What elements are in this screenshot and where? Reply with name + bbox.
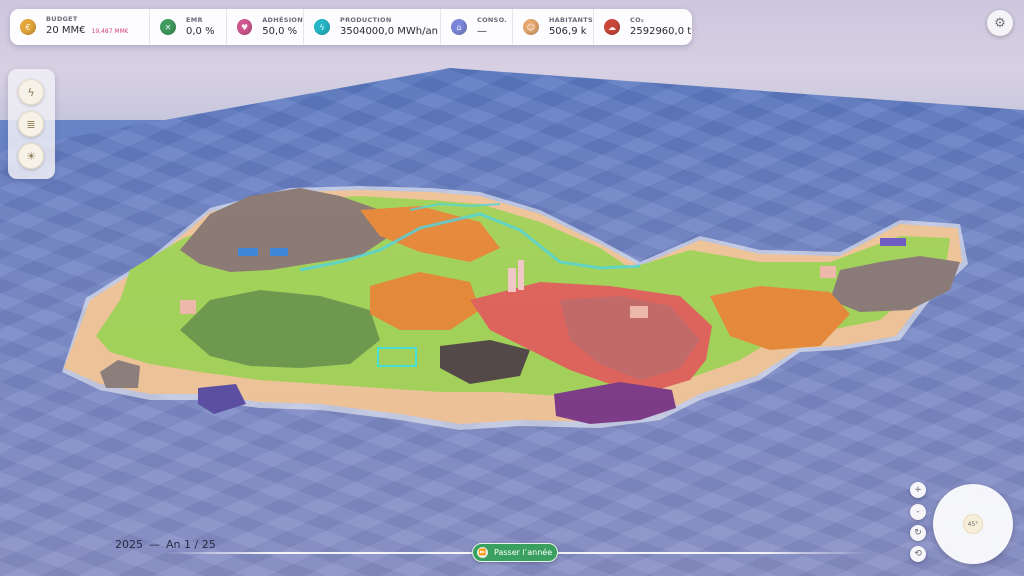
rotate-icon: ↻ xyxy=(914,528,922,538)
zoom-in-button[interactable]: + xyxy=(910,482,926,498)
stat-production[interactable]: ϟ PRODUCTION 3504000,0 MWh/an xyxy=(303,9,440,45)
plus-icon: + xyxy=(914,485,922,495)
stat-population[interactable]: ☺ HABITANTS 506,9 k xyxy=(512,9,593,45)
landscape-tool-button[interactable]: ☀ xyxy=(18,143,44,169)
timeline-separator: — xyxy=(149,538,160,551)
stat-label: PRODUCTION xyxy=(340,15,392,24)
gear-icon: ⚙ xyxy=(994,15,1006,31)
year-progress: An 1 / 25 xyxy=(166,538,216,551)
layers-tool-button[interactable]: ≣ xyxy=(18,111,44,137)
settings-button[interactable]: ⚙ xyxy=(987,10,1013,36)
coin-icon: € xyxy=(20,19,36,35)
layers-tool-icon: ≣ xyxy=(26,117,36,131)
stat-value: 0,0 % xyxy=(186,25,215,37)
reset-view-button[interactable]: ⟲ xyxy=(910,546,926,562)
compass-handle[interactable]: 45° xyxy=(963,514,983,534)
stat-emr[interactable]: ✕ EMR 0,0 % xyxy=(149,9,226,45)
budget-remaining: 19,487 MM€ xyxy=(91,28,129,35)
population-icon: ☺ xyxy=(523,19,539,35)
stats-bar: € BUDGET 20 MM€ 19,487 MM€ ✕ EMR 0,0 % ♥ … xyxy=(10,9,692,45)
emr-icon: ✕ xyxy=(160,19,176,35)
landscape-tool-icon: ☀ xyxy=(26,149,36,163)
tool-panel: ϟ ≣ ☀ xyxy=(8,69,55,179)
stat-value: 3504000,0 MWh/an xyxy=(340,25,438,37)
compass-angle: 45° xyxy=(967,520,979,528)
stat-consumption[interactable]: ⌂ CONSO. — xyxy=(440,9,512,45)
map-scene[interactable] xyxy=(0,0,1024,576)
adhesion-icon: ♥ xyxy=(237,19,253,35)
stat-label: CONSO. xyxy=(477,15,508,24)
energy-tool-icon: ϟ xyxy=(27,85,35,99)
stat-value: 20 MM€ xyxy=(46,25,86,36)
stat-value: 506,9 k xyxy=(548,25,587,37)
next-year-button[interactable]: ⏩ Passer l’année xyxy=(472,543,558,562)
co2-icon: ☁ xyxy=(604,19,620,35)
production-icon: ϟ xyxy=(314,19,330,35)
next-year-label: Passer l’année xyxy=(494,548,553,557)
compass[interactable]: 45° xyxy=(933,484,1013,564)
stat-label: EMR xyxy=(186,15,203,24)
timeline-status: 2025 — An 1 / 25 xyxy=(115,538,216,551)
stat-label: BUDGET xyxy=(46,15,78,23)
stat-value: — xyxy=(477,25,487,37)
stat-value: 2592960,0 t xyxy=(630,25,692,37)
stat-budget[interactable]: € BUDGET 20 MM€ 19,487 MM€ xyxy=(10,9,149,45)
stat-value: 50,0 % xyxy=(262,25,298,37)
rotate-button[interactable]: ↻ xyxy=(910,525,926,541)
stat-adhesion[interactable]: ♥ ADHÉSION 50,0 % xyxy=(226,9,303,45)
fast-forward-icon: ⏩ xyxy=(477,547,488,558)
stat-label: CO₂ xyxy=(630,15,645,24)
stat-co2[interactable]: ☁ CO₂ 2592960,0 t xyxy=(593,9,692,45)
zoom-out-button[interactable]: - xyxy=(910,504,926,520)
energy-tool-button[interactable]: ϟ xyxy=(18,79,44,105)
stat-label: ADHÉSION xyxy=(262,15,303,24)
island-map[interactable] xyxy=(0,0,1024,576)
minus-icon: - xyxy=(916,507,920,517)
current-year: 2025 xyxy=(115,538,143,551)
consumption-icon: ⌂ xyxy=(451,19,467,35)
reset-icon: ⟲ xyxy=(914,549,922,559)
stat-label: HABITANTS xyxy=(548,15,593,24)
